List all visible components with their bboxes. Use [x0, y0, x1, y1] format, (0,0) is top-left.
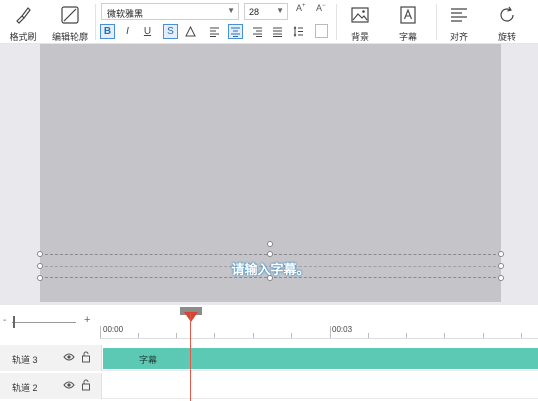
ruler-tick — [100, 326, 101, 338]
resize-handle[interactable] — [498, 275, 504, 281]
zoom-out-button[interactable]: - — [3, 315, 6, 326]
toolbar-divider — [336, 4, 337, 40]
subtitle-label: 字幕 — [398, 32, 417, 42]
subtitle-clip[interactable]: 字幕 — [103, 348, 538, 369]
ruler-tick — [368, 333, 369, 338]
subtitle-button[interactable]: 字幕 — [390, 0, 426, 44]
ruler-tick — [291, 333, 292, 338]
brush-icon — [12, 4, 34, 26]
resize-handle[interactable] — [37, 263, 43, 269]
text-box-icon — [397, 4, 419, 26]
toolbar-divider — [436, 4, 437, 40]
time-ruler[interactable]: 00:00 00:03 — [100, 305, 538, 339]
format-brush-label: 格式刷 — [9, 32, 37, 42]
time-label: 00:03 — [332, 325, 353, 334]
ruler-tick — [253, 333, 254, 338]
chevron-down-icon: ▼ — [276, 6, 284, 15]
align-tool-button[interactable]: 对齐 — [442, 0, 476, 44]
font-family-value: 微软雅黑 — [107, 9, 144, 19]
track-row: 轨道 3 字幕 — [0, 345, 538, 371]
font-shrink-button[interactable]: A− — [316, 3, 326, 13]
playhead-marker-icon[interactable] — [184, 312, 198, 322]
text-effect-button[interactable] — [183, 24, 198, 39]
italic-button[interactable]: I — [120, 24, 135, 39]
timeline: - + 00:00 00:03 轨道 3 字幕 轨道 2 — [0, 305, 538, 401]
align-justify-icon — [273, 27, 282, 37]
resize-handle[interactable] — [267, 275, 273, 281]
lock-icon[interactable] — [81, 351, 91, 365]
ruler-tick — [521, 333, 522, 338]
preview-stage: 请输入字幕。 — [0, 44, 538, 305]
line-spacing-button[interactable] — [291, 24, 306, 39]
playhead-line — [190, 313, 191, 401]
edit-outline-button[interactable]: 编辑轮廓 — [50, 0, 90, 44]
strikethrough-button[interactable]: S — [163, 24, 178, 39]
bold-button[interactable]: B — [100, 24, 115, 39]
outline-icon — [59, 4, 81, 26]
rotate-handle[interactable] — [267, 241, 273, 247]
resize-handle[interactable] — [498, 251, 504, 257]
resize-handle[interactable] — [37, 251, 43, 257]
font-size-value: 28 — [249, 7, 260, 17]
ruler-tick — [214, 333, 215, 338]
align-left-button[interactable] — [207, 24, 222, 39]
resize-handle[interactable] — [498, 263, 504, 269]
time-label: 00:00 — [103, 325, 124, 334]
track-row: 轨道 2 — [0, 373, 538, 399]
rotate-label: 旋转 — [497, 32, 516, 42]
ruler-tick — [138, 333, 139, 338]
rotate-icon — [496, 4, 518, 26]
ruler-tick — [330, 326, 331, 338]
align-center-button[interactable] — [228, 24, 243, 39]
clip-label: 字幕 — [139, 355, 158, 365]
zoom-control: - + — [0, 305, 100, 339]
resize-handle[interactable] — [267, 251, 273, 257]
align-right-button[interactable] — [250, 24, 265, 39]
zoom-in-button[interactable]: + — [84, 314, 90, 326]
toolbar: 格式刷 编辑轮廓 微软雅黑 ▼ 28 ▼ A+ A− B I U S 背景 字幕… — [0, 0, 538, 44]
text-effect-icon — [185, 26, 196, 37]
track-name: 轨道 2 — [12, 383, 38, 393]
align-icon — [448, 4, 470, 26]
line-spacing-icon — [293, 26, 303, 37]
rotate-button[interactable]: 旋转 — [490, 0, 524, 44]
track-name: 轨道 3 — [12, 355, 38, 365]
format-brush-button[interactable]: 格式刷 — [6, 0, 40, 44]
zoom-slider-handle[interactable] — [13, 316, 15, 328]
toolbar-divider — [95, 4, 96, 40]
image-icon — [349, 4, 371, 26]
eye-icon[interactable] — [63, 380, 75, 392]
ruler-tick — [176, 333, 177, 338]
underline-button[interactable]: U — [140, 24, 155, 39]
zoom-slider-track[interactable] — [12, 322, 76, 323]
align-center-icon — [231, 27, 240, 37]
background-label: 背景 — [350, 32, 369, 42]
background-button[interactable]: 背景 — [342, 0, 378, 44]
edit-outline-label: 编辑轮廓 — [51, 32, 88, 42]
lock-icon[interactable] — [81, 379, 91, 393]
align-left-icon — [210, 27, 219, 37]
font-size-select[interactable]: 28 ▼ — [244, 3, 288, 20]
align-justify-button[interactable] — [270, 24, 285, 39]
track-header: 轨道 2 — [0, 373, 102, 399]
align-tool-label: 对齐 — [449, 32, 468, 42]
ruler-tick — [406, 333, 407, 338]
text-color-swatch[interactable] — [315, 24, 328, 38]
align-right-icon — [253, 27, 262, 37]
font-grow-button[interactable]: A+ — [296, 3, 306, 13]
resize-handle[interactable] — [37, 275, 43, 281]
chevron-down-icon: ▼ — [227, 6, 235, 15]
ruler-tick — [483, 333, 484, 338]
font-family-select[interactable]: 微软雅黑 ▼ — [101, 3, 239, 20]
eye-icon[interactable] — [63, 352, 75, 364]
track-header: 轨道 3 — [0, 345, 102, 371]
ruler-tick — [444, 333, 445, 338]
